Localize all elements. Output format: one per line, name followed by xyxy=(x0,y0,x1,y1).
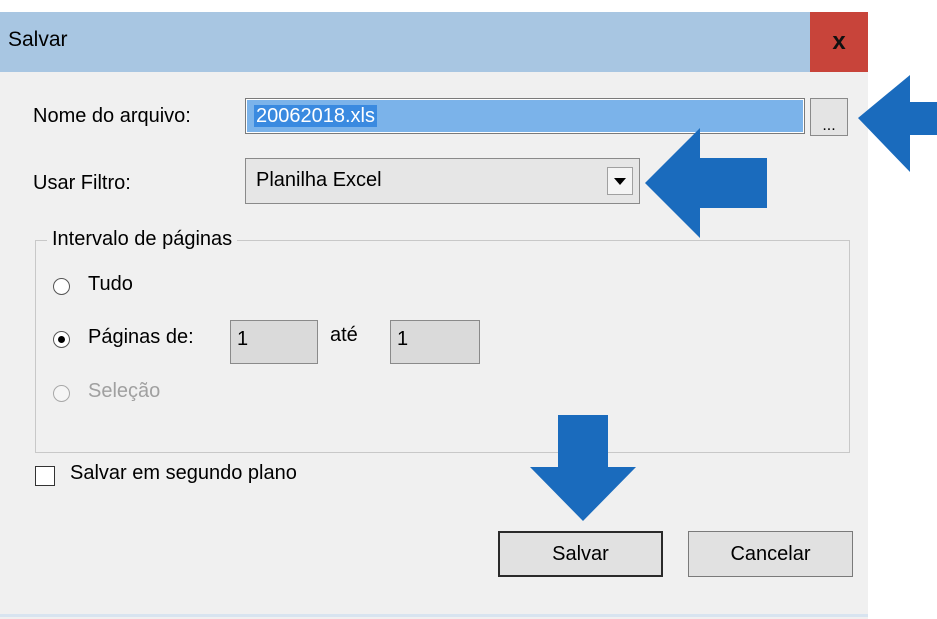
cancel-button[interactable]: Cancelar xyxy=(688,531,853,577)
dialog-title: Salvar xyxy=(8,28,68,51)
save-button[interactable]: Salvar xyxy=(498,531,663,577)
background-save-label[interactable]: Salvar em segundo plano xyxy=(70,462,297,485)
chevron-down-icon[interactable] xyxy=(607,167,633,195)
filter-selected-value: Planilha Excel xyxy=(256,169,382,191)
arrow-down-icon xyxy=(530,415,636,521)
title-bar xyxy=(0,12,868,72)
dialog-bottom-border xyxy=(0,614,868,617)
radio-pages[interactable] xyxy=(53,331,70,348)
page-to-input[interactable]: 1 xyxy=(390,320,480,364)
page-range-group-title: Intervalo de páginas xyxy=(47,228,238,251)
radio-all-label[interactable]: Tudo xyxy=(88,273,133,296)
cancel-button-label: Cancelar xyxy=(730,542,811,565)
close-icon: x xyxy=(832,28,846,55)
save-button-label: Salvar xyxy=(552,542,609,565)
close-button[interactable]: x xyxy=(810,12,868,72)
radio-all[interactable] xyxy=(53,278,70,295)
radio-pages-label[interactable]: Páginas de: xyxy=(88,326,194,349)
filter-select[interactable]: Planilha Excel xyxy=(245,158,640,204)
page-from-input[interactable]: 1 xyxy=(230,320,318,364)
page-to-label: até xyxy=(330,324,358,346)
radio-selection-label: Seleção xyxy=(88,380,161,402)
browse-button[interactable]: ... xyxy=(810,98,848,136)
filename-label: Nome do arquivo: xyxy=(33,105,191,127)
filter-label: Usar Filtro: xyxy=(33,172,131,194)
background-window-strip xyxy=(0,0,937,12)
browse-button-label: ... xyxy=(822,117,836,134)
filename-value: 20062018.xls xyxy=(254,105,377,127)
arrow-left-icon xyxy=(858,75,937,172)
arrow-left-icon xyxy=(645,128,767,238)
radio-selection[interactable] xyxy=(53,385,70,402)
background-save-checkbox[interactable] xyxy=(35,466,55,486)
